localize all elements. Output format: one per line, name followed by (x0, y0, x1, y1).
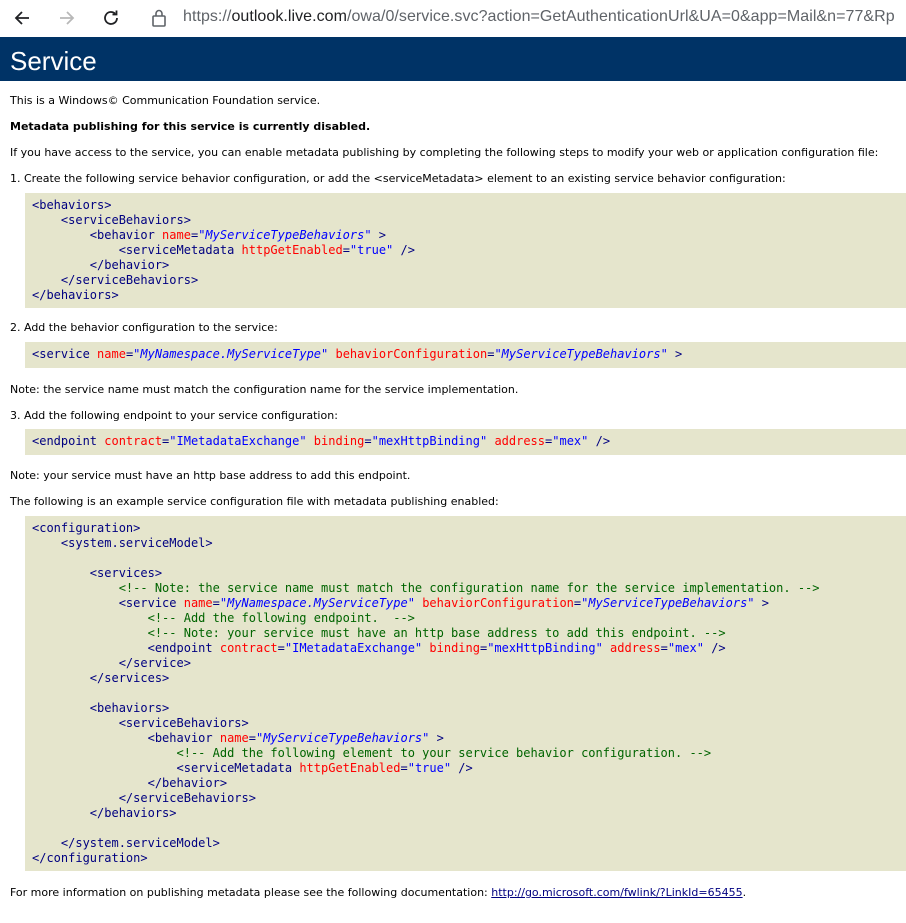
access-note: If you have access to the service, you c… (10, 146, 879, 159)
page-header: Service (0, 37, 906, 81)
url-path: /owa/0/service.svc?action=GetAuthenticat… (346, 8, 895, 25)
code-block-endpoint: <endpoint contract="IMetadataExchange" b… (25, 429, 906, 455)
code-block-behaviors: <behaviors> <serviceBehaviors> <behavior… (25, 193, 906, 308)
intro-text: This is a Windows© Communication Foundat… (10, 94, 321, 107)
example-note: The following is an example service conf… (10, 495, 499, 508)
url-prefix: https:// (183, 8, 232, 25)
forward-arrow-icon[interactable] (57, 8, 77, 28)
step2-text: 2. Add the behavior configuration to the… (10, 321, 278, 334)
url-host: outlook.live.com (231, 8, 347, 25)
browser-toolbar: https://outlook.live.com/owa/0/service.s… (0, 0, 906, 38)
step3-text: 3. Add the following endpoint to your se… (10, 409, 338, 422)
address-bar[interactable]: https://outlook.live.com/owa/0/service.s… (183, 8, 895, 26)
documentation-link[interactable]: http://go.microsoft.com/fwlink/?LinkId=6… (491, 886, 742, 899)
note-service-name: Note: the service name must match the co… (10, 383, 519, 396)
reload-icon[interactable] (101, 8, 121, 28)
step1-text: 1. Create the following service behavior… (10, 172, 786, 185)
note-http-base: Note: your service must have an http bas… (10, 469, 411, 482)
page-title: Service (10, 46, 97, 76)
disabled-note: Metadata publishing for this service is … (10, 120, 371, 133)
lock-icon[interactable] (151, 8, 167, 28)
code-block-configuration: <configuration> <system.serviceModel> <s… (25, 516, 906, 871)
back-arrow-icon[interactable] (12, 8, 32, 28)
code-block-service: <service name="MyNamespace.MyServiceType… (25, 342, 906, 368)
footer-text: For more information on publishing metad… (10, 886, 747, 899)
